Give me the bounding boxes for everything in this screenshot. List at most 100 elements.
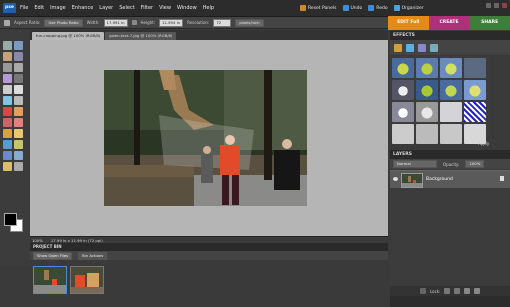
cookie-cutter-tool-icon[interactable]	[3, 96, 12, 105]
blend-mode-select[interactable]: Normal	[393, 160, 437, 168]
shape-tool-icon[interactable]	[3, 151, 12, 160]
all-effects-icon[interactable]	[430, 43, 438, 52]
crop-tool-icon[interactable]	[14, 85, 23, 94]
organizer-button[interactable]: Organizer	[393, 5, 424, 11]
menu-file[interactable]: File	[20, 5, 28, 11]
type-tool-icon[interactable]	[3, 85, 12, 94]
straighten-tool-icon[interactable]	[14, 96, 23, 105]
effect-thumbnail[interactable]	[392, 124, 414, 144]
spot-healing-tool-icon[interactable]	[14, 107, 23, 116]
effect-thumbnail[interactable]	[416, 124, 438, 144]
reset-panels-label: Reset Panels	[308, 5, 337, 11]
project-bin-header[interactable]: PROJECT BIN	[30, 243, 388, 251]
doc-tab-gwen-text[interactable]: gwen-text-7.jpg @ 100% (RGB/8)	[105, 32, 177, 40]
apply-button[interactable]: Apply	[478, 141, 489, 146]
tab-share[interactable]: SHARE	[469, 16, 510, 30]
lock-transparent-icon[interactable]	[444, 288, 451, 294]
effect-thumbnail[interactable]	[392, 102, 414, 122]
menu-view[interactable]: View	[159, 5, 171, 11]
tab-create[interactable]: CREATE	[428, 16, 470, 30]
undo-button[interactable]: Undo	[342, 5, 362, 11]
resolution-field[interactable]: 72	[213, 18, 232, 27]
marquee-tool-icon[interactable]	[3, 63, 12, 72]
opacity-label: Opacity:	[443, 161, 460, 167]
selection-brush-tool-icon[interactable]	[14, 74, 23, 83]
zoom-level[interactable]: 100%	[32, 238, 43, 243]
show-files-select[interactable]: Show Open Files	[33, 251, 73, 260]
magic-wand-tool-icon[interactable]	[3, 74, 12, 83]
aspect-ratio-label: Aspect Ratio:	[14, 20, 41, 25]
effect-thumbnail[interactable]	[416, 58, 438, 78]
menu-filter[interactable]: Filter	[141, 5, 153, 11]
aspect-ratio-select[interactable]: Use Photo Ratio	[44, 18, 83, 27]
hand-tool-icon[interactable]	[3, 52, 12, 61]
photo-effects-icon[interactable]	[418, 43, 426, 52]
lock-all-icon[interactable]	[454, 288, 461, 294]
minimize-icon[interactable]	[486, 3, 491, 8]
bin-thumbnail[interactable]	[33, 266, 67, 294]
effect-thumbnail[interactable]	[440, 102, 462, 122]
effect-thumbnail[interactable]	[392, 80, 414, 100]
zoo-photo-image	[104, 70, 307, 206]
maximize-icon[interactable]	[494, 3, 499, 8]
bin-thumbnail[interactable]	[70, 266, 104, 294]
red-eye-tool-icon[interactable]	[3, 107, 12, 116]
smart-brush-tool-icon[interactable]	[14, 129, 23, 138]
effect-thumbnail[interactable]	[392, 58, 414, 78]
eye-icon[interactable]	[393, 177, 398, 181]
effects-panel-header[interactable]: EFFECTS	[390, 31, 510, 40]
doc-tab-fun-cropping[interactable]: fun-cropping.jpg @ 100% (RGB/8)	[32, 32, 105, 40]
effect-thumbnail[interactable]	[464, 102, 486, 122]
bin-actions-menu[interactable]: Bin Actions	[78, 251, 108, 260]
layer-styles-icon[interactable]	[406, 43, 414, 52]
paint-bucket-tool-icon[interactable]	[3, 140, 12, 149]
effect-thumbnail[interactable]	[416, 102, 438, 122]
menu-edit[interactable]: Edit	[34, 5, 44, 11]
blur-tool-icon[interactable]	[14, 151, 23, 160]
foreground-color-swatch[interactable]	[4, 213, 17, 226]
menu-window[interactable]: Window	[177, 5, 197, 11]
effect-thumbnail[interactable]	[464, 58, 486, 78]
eraser-tool-icon[interactable]	[14, 118, 23, 127]
resolution-unit-select[interactable]: pixels/inch	[235, 18, 264, 27]
menu-image[interactable]: Image	[50, 5, 66, 11]
filters-icon[interactable]	[394, 43, 402, 52]
status-bar: 100% 17.99 in x 11.99 in (72 ppi)	[30, 236, 388, 243]
document-tabs: fun-cropping.jpg @ 100% (RGB/8) gwen-tex…	[30, 30, 388, 40]
layer-row-background[interactable]: Background	[390, 170, 510, 189]
new-layer-icon[interactable]	[464, 288, 471, 294]
effect-thumbnail[interactable]	[440, 58, 462, 78]
document-photo[interactable]	[104, 70, 307, 206]
zoom-tool-icon[interactable]	[14, 41, 23, 50]
effect-thumbnail[interactable]	[440, 124, 462, 144]
delete-layer-icon[interactable]	[474, 288, 481, 294]
eyedropper-tool-icon[interactable]	[14, 52, 23, 61]
tab-edit[interactable]: EDIT Full	[388, 16, 429, 30]
effect-thumbnail[interactable]	[440, 80, 462, 100]
menu-layer[interactable]: Layer	[99, 5, 113, 11]
menu-help[interactable]: Help	[203, 5, 214, 11]
move-tool-icon[interactable]	[3, 41, 12, 50]
gradient-tool-icon[interactable]	[14, 140, 23, 149]
sponge-tool-icon[interactable]	[3, 162, 12, 171]
close-icon[interactable]	[502, 3, 507, 8]
height-field[interactable]: 11.994 in	[159, 18, 184, 27]
menu-select[interactable]: Select	[119, 5, 134, 11]
pencil-tool-icon[interactable]	[14, 162, 23, 171]
lasso-tool-icon[interactable]	[14, 63, 23, 72]
window-controls	[486, 3, 507, 8]
toolbox	[0, 30, 31, 266]
opacity-field[interactable]: 100%	[465, 160, 485, 168]
width-field[interactable]: 17.991 in	[103, 18, 128, 27]
lock-label: Lock:	[430, 288, 441, 294]
effect-thumbnail[interactable]	[464, 80, 486, 100]
redo-button[interactable]: Redo	[368, 5, 388, 11]
link-layers-icon[interactable]	[420, 288, 426, 294]
effect-thumbnail[interactable]	[416, 80, 438, 100]
brush-tool-icon[interactable]	[3, 129, 12, 138]
layers-panel-header[interactable]: LAYERS	[390, 150, 510, 159]
menu-enhance[interactable]: Enhance	[72, 5, 94, 11]
clone-stamp-tool-icon[interactable]	[3, 118, 12, 127]
swap-icon[interactable]	[131, 20, 137, 25]
reset-panels-button[interactable]: Reset Panels	[300, 5, 337, 11]
